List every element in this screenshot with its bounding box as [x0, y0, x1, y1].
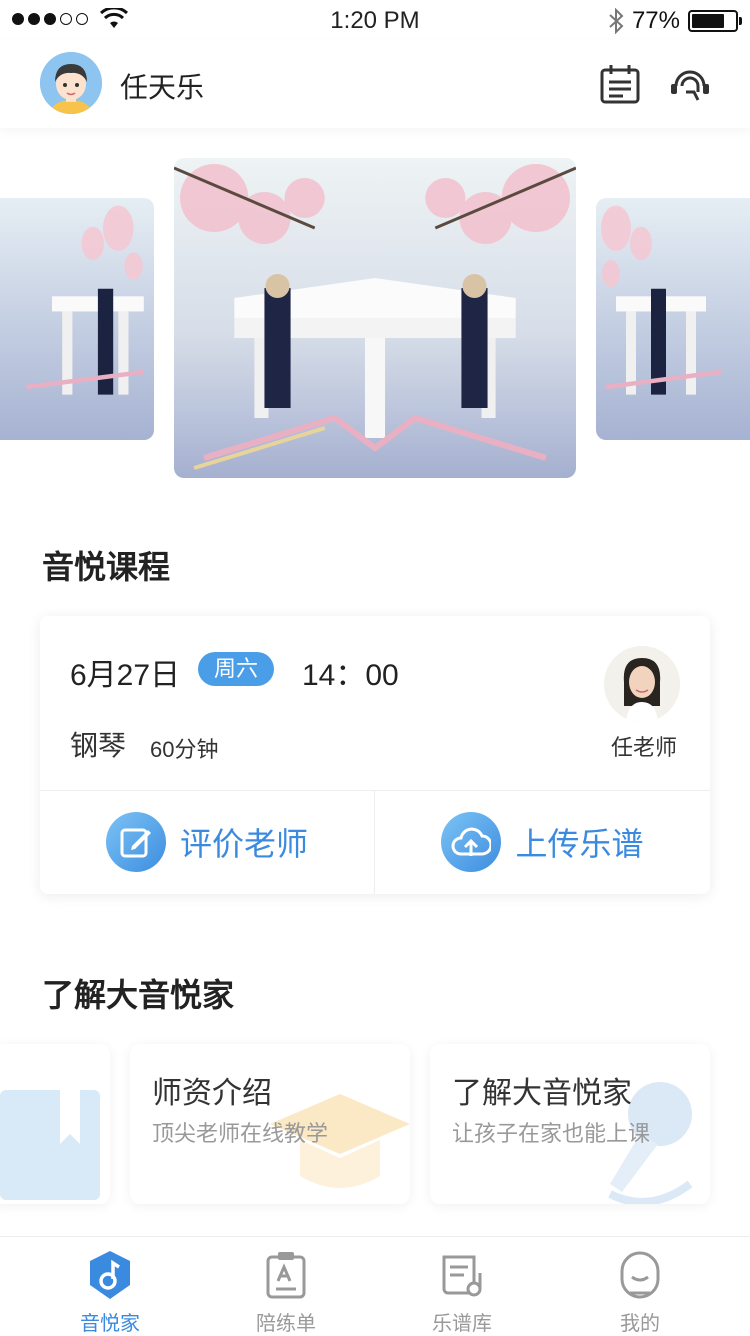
banner-slide-next[interactable] — [596, 198, 750, 440]
course-time: 14：00 — [302, 659, 399, 692]
score-scroll-icon — [442, 1255, 482, 1297]
teacher-name: 任老师 — [610, 735, 677, 760]
calendar-icon[interactable] — [598, 62, 642, 106]
rate-teacher-button[interactable]: 评价老师 — [40, 790, 374, 894]
course-card[interactable]: 6月27日 周六 14：00 钢琴 60分钟 任老师 评价老师 上传乐谱 — [40, 616, 710, 894]
tab-mine[interactable]: 我的 — [580, 1237, 700, 1335]
username: 任天乐 — [120, 72, 205, 103]
book-icon — [0, 1090, 100, 1200]
course-date: 6月27日 — [70, 659, 181, 692]
about-card-company[interactable]: 了解大音悦家 让孩子在家也能上课 — [430, 1044, 710, 1204]
tab-label: 陪练单 — [256, 1313, 316, 1335]
clipboard-icon — [266, 1252, 306, 1299]
banner-slide-current[interactable] — [174, 158, 576, 478]
teacher-avatar[interactable] — [604, 646, 680, 722]
bluetooth-icon — [609, 8, 624, 34]
tab-score-library[interactable]: 乐谱库 — [402, 1237, 522, 1335]
course-duration: 60分钟 — [150, 737, 219, 762]
status-bar: 1:20 PM 77% — [0, 0, 750, 40]
cloud-upload-icon — [441, 812, 502, 872]
edit-icon — [105, 812, 166, 872]
upload-score-button[interactable]: 上传乐谱 — [375, 790, 710, 894]
tab-label: 我的 — [620, 1313, 660, 1335]
tab-practice-list[interactable]: 陪练单 — [226, 1237, 346, 1335]
battery-percent: 77% — [631, 7, 680, 34]
music-home-icon — [90, 1251, 130, 1299]
tab-label: 音悦家 — [80, 1313, 140, 1335]
user-avatar[interactable] — [40, 52, 102, 114]
tab-home[interactable]: 音悦家 — [50, 1237, 170, 1335]
top-header: 任天乐 — [0, 40, 750, 128]
about-card-subtitle: 让孩子在家也能上课 — [452, 1121, 651, 1146]
weekday-badge: 周六 — [198, 652, 274, 686]
rate-teacher-label: 评价老师 — [179, 826, 308, 862]
about-card-title: 了解大音悦家 — [452, 1077, 632, 1110]
tab-label: 乐谱库 — [432, 1313, 492, 1335]
about-card-teachers[interactable]: 师资介绍 顶尖老师在线教学 — [130, 1044, 410, 1204]
about-card-subtitle: 顶尖老师在线教学 — [152, 1121, 329, 1146]
bottom-tab-bar: 音悦家 陪练单 乐谱库 我的 — [0, 1236, 750, 1335]
about-section-title: 了解大音悦家 — [42, 977, 235, 1013]
upload-score-label: 上传乐谱 — [515, 826, 644, 862]
about-card-title: 师资介绍 — [152, 1077, 272, 1110]
course-instrument: 钢琴 — [70, 730, 127, 761]
about-card-partial[interactable] — [0, 1044, 110, 1204]
profile-icon — [620, 1251, 660, 1299]
course-section-title: 音悦课程 — [42, 549, 171, 585]
battery-icon — [688, 10, 742, 32]
banner-slide-prev[interactable] — [0, 198, 154, 440]
customer-service-icon[interactable] — [668, 62, 712, 106]
banner-carousel[interactable] — [0, 158, 750, 480]
